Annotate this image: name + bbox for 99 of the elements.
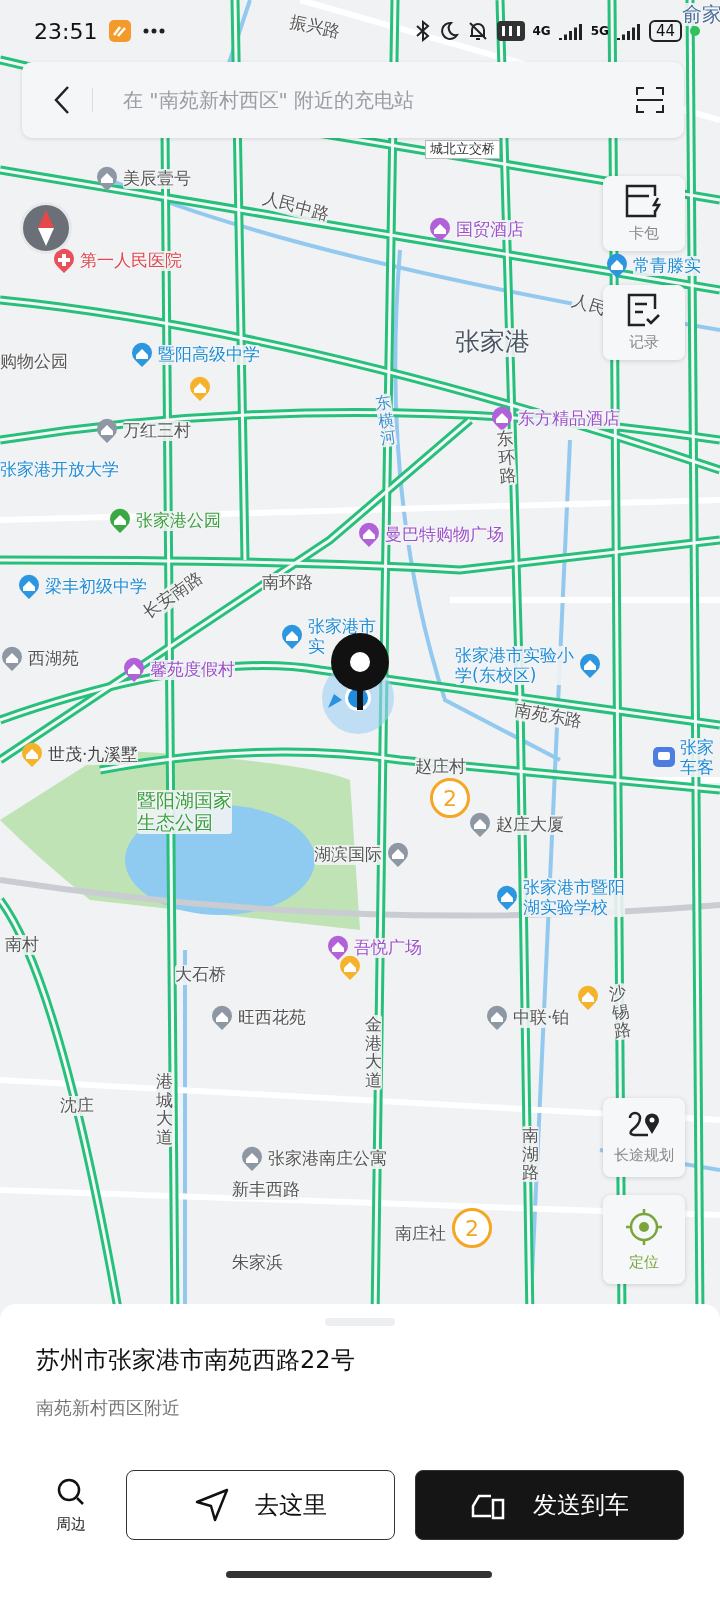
road-label: 沙锡路 xyxy=(608,982,633,1041)
locate-icon xyxy=(624,1207,664,1247)
place-marker-icon xyxy=(605,253,629,279)
road-label: 金港大道 xyxy=(365,1015,382,1090)
place-label: 朱家浜 xyxy=(232,1253,283,1273)
place-label: 张家港公园 xyxy=(136,511,221,531)
go-here-button[interactable]: 去这里 xyxy=(126,1470,395,1540)
address-title: 苏州市张家港市南苑西路22号 xyxy=(36,1345,356,1376)
network-type: 5G xyxy=(590,24,609,38)
place-label: 南村 xyxy=(5,935,39,955)
place-marker-icon xyxy=(326,935,350,961)
place-label: 常青滕实 xyxy=(633,256,701,276)
place-marker-icon xyxy=(210,1005,234,1031)
place-label: 张家 车客 xyxy=(680,738,714,778)
place-marker-icon xyxy=(485,1005,509,1031)
battery-level: 44 xyxy=(648,20,682,42)
place-marker-icon xyxy=(468,812,492,838)
address-subtitle: 南苑新村西区附近 xyxy=(36,1396,181,1420)
place-label: 张家港开放大学 xyxy=(0,460,119,480)
place-label: 美辰壹号 xyxy=(123,169,191,189)
house-marker-icon xyxy=(20,742,44,768)
place-label: 南庄社 xyxy=(395,1224,446,1244)
house-marker-icon xyxy=(338,955,362,981)
place-label: 中联·铂 xyxy=(513,1008,570,1028)
checklist-icon xyxy=(625,293,663,327)
moon-icon xyxy=(438,21,459,41)
place-label: 购物公园 xyxy=(0,352,68,372)
app-notification-icon xyxy=(109,20,132,42)
scan-icon[interactable] xyxy=(636,87,664,113)
place-label: 东方精品酒店 xyxy=(518,409,620,429)
map-tool-button[interactable]: 长途规划 xyxy=(603,1098,685,1177)
place-label: 世茂·九溪墅 xyxy=(48,745,139,765)
place-marker-icon xyxy=(280,623,304,650)
road-label: 南环路 xyxy=(262,573,313,593)
bridge-label: 城北立交桥 xyxy=(425,140,500,159)
place-label: 第一人民医院 xyxy=(80,251,182,271)
more-icon xyxy=(143,28,166,34)
place-marker-icon xyxy=(386,842,410,868)
hd-icon xyxy=(496,21,525,41)
place-marker-icon xyxy=(240,1146,264,1172)
clock: 23:51 xyxy=(34,18,98,44)
district-label: 张家港 xyxy=(455,328,530,357)
place-label: 赵庄大厦 xyxy=(496,815,564,835)
tool-button[interactable]: 记录 xyxy=(603,285,685,360)
place-marker-icon xyxy=(490,406,514,432)
place-label: 馨苑度假村 xyxy=(150,660,235,680)
place-label: 暨阳湖国家 生态公园 xyxy=(137,790,232,834)
place-marker-icon xyxy=(495,884,519,911)
place-label: 大石桥 xyxy=(175,965,226,985)
place-label: 旺西花苑 xyxy=(238,1008,306,1028)
place-marker-icon xyxy=(0,646,24,672)
place-label: 赵庄村 xyxy=(415,757,466,777)
bell-muted-icon xyxy=(466,20,489,42)
compass-icon[interactable] xyxy=(20,202,72,254)
map-tool-button[interactable]: 定位 xyxy=(603,1195,685,1284)
house-marker-icon xyxy=(188,376,212,402)
nearby-button[interactable]: 周边 xyxy=(36,1476,106,1534)
signal-icon xyxy=(558,22,583,40)
cluster-marker[interactable]: 2 xyxy=(430,778,470,818)
card-icon xyxy=(625,184,663,218)
tool-button[interactable]: 卡包 xyxy=(603,176,685,251)
place-marker-icon xyxy=(428,217,452,243)
cross-marker-icon xyxy=(52,248,76,274)
place-marker-icon xyxy=(95,166,119,192)
place-label: 吾悦广场 xyxy=(354,938,422,958)
road-label: 振兴路 xyxy=(287,12,342,42)
send-to-car-button[interactable]: 发送到车 xyxy=(415,1470,684,1540)
place-marker-icon xyxy=(357,522,381,548)
place-label: 张家港市实验小 学(东校区) xyxy=(455,646,574,686)
place-label: 万红三村 xyxy=(123,421,191,441)
place-marker-icon xyxy=(130,342,154,368)
place-label: 西湖苑 xyxy=(28,649,79,669)
back-icon[interactable] xyxy=(54,85,70,115)
place-marker-icon xyxy=(95,418,119,444)
place-label: 国贸酒店 xyxy=(456,220,524,240)
place-label: 暨阳高级中学 xyxy=(158,345,260,365)
place-label: 张家港市暨阳 湖实验学校 xyxy=(523,878,625,918)
house-marker-icon xyxy=(576,985,600,1011)
status-dot-icon xyxy=(690,26,700,36)
navigation-arrow-icon xyxy=(194,1488,229,1522)
bluetooth-icon xyxy=(414,20,431,42)
network-type: 4G xyxy=(532,24,551,38)
place-label: 张家港南庄公寓 xyxy=(268,1149,387,1169)
place-label: 梁丰初级中学 xyxy=(45,577,147,597)
road-label: 新丰西路 xyxy=(232,1180,300,1200)
place-marker-icon xyxy=(122,657,146,683)
place-marker-icon xyxy=(578,652,602,679)
road-label: 港城大道 xyxy=(156,1072,173,1147)
place-label: 曼巴特购物广场 xyxy=(385,525,504,545)
cluster-marker[interactable]: 2 xyxy=(452,1208,492,1248)
place-label: 沈庄 xyxy=(60,1096,94,1116)
road-label: 南湖路 xyxy=(522,1126,539,1183)
signal-icon xyxy=(616,22,641,40)
search-field[interactable]: 在 "南苑新村西区" 附近的充电站 xyxy=(92,88,614,112)
place-marker-icon xyxy=(17,574,41,600)
place-label: 湖滨国际 xyxy=(314,845,382,865)
place-marker-icon xyxy=(108,508,132,534)
search-icon xyxy=(56,1476,86,1507)
road-label: 东环路 xyxy=(495,428,518,486)
